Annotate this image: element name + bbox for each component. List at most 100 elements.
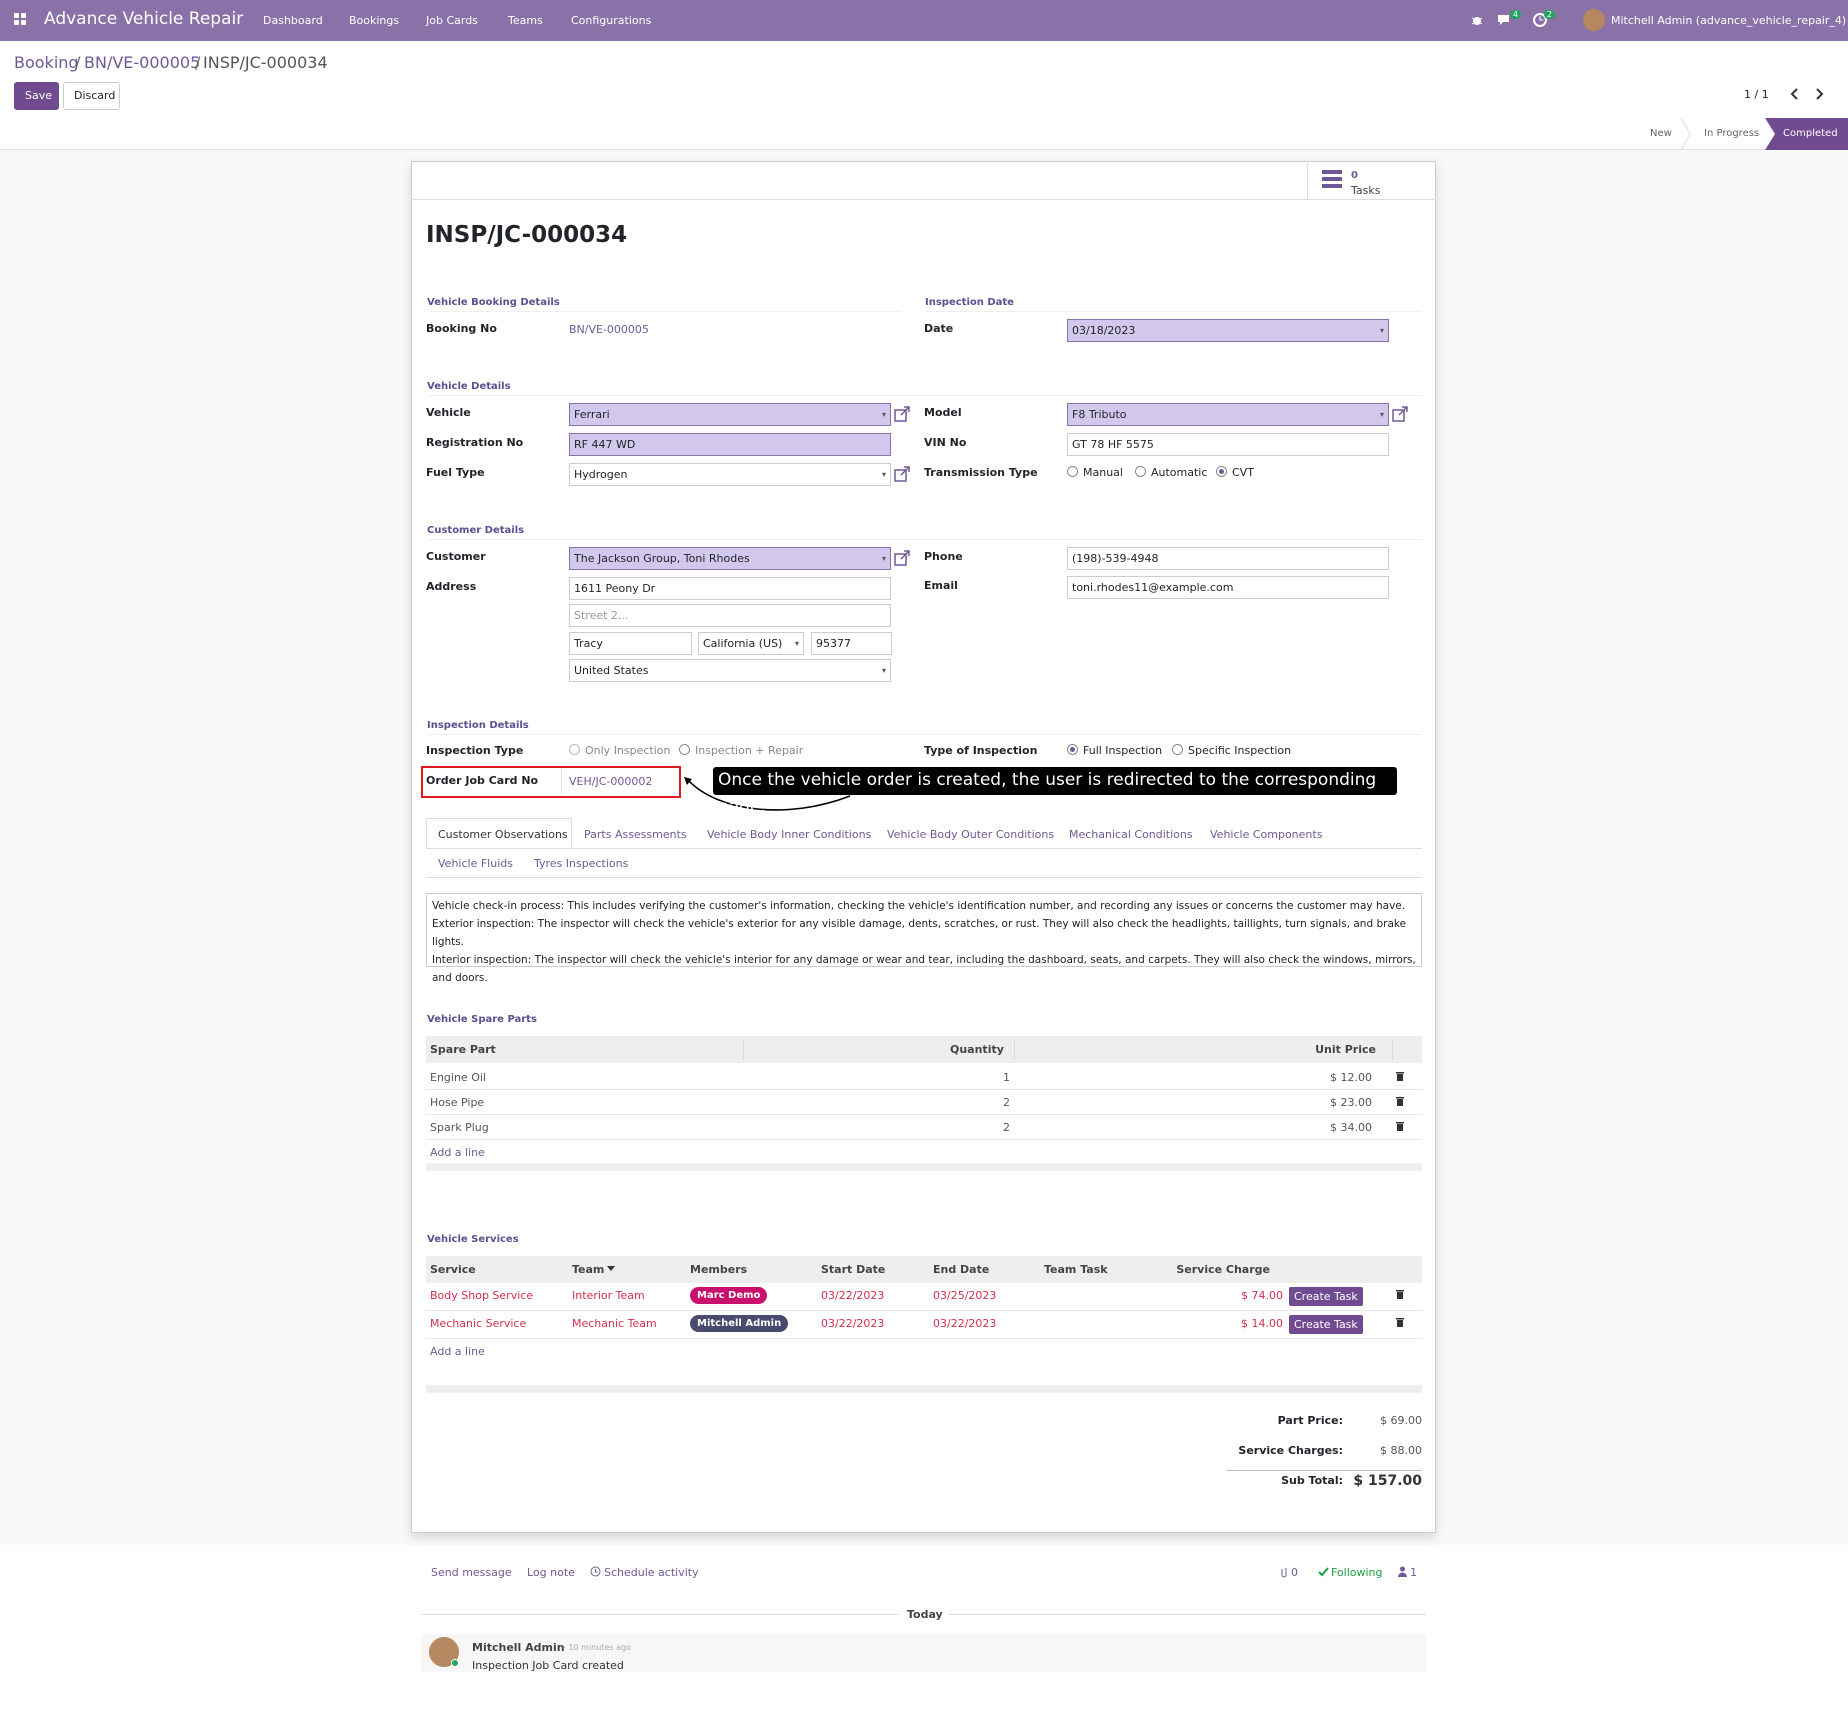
transmission-automatic-radio[interactable] [1135, 466, 1146, 477]
service-name[interactable]: Mechanic Service [430, 1317, 526, 1330]
add-service-line[interactable]: Add a line [430, 1345, 485, 1358]
create-task-button[interactable]: Create Task [1289, 1315, 1363, 1334]
status-completed[interactable]: Completed [1783, 118, 1838, 150]
tab-vehicle-fluids[interactable]: Vehicle Fluids [438, 857, 513, 870]
external-link-icon[interactable] [894, 406, 910, 422]
service-charge[interactable]: $ 14.00 [1200, 1317, 1283, 1330]
delete-trash-icon[interactable] [1396, 1289, 1404, 1299]
spare-part-price[interactable]: $ 12.00 [1320, 1071, 1372, 1084]
street-field[interactable]: 1611 Peony Dr [569, 577, 891, 600]
menu-dashboard[interactable]: Dashboard [263, 14, 323, 27]
service-team[interactable]: Mechanic Team [572, 1317, 657, 1330]
log-note-button[interactable]: Log note [527, 1566, 575, 1579]
phone-field[interactable]: (198)-539-4948 [1067, 547, 1389, 570]
registration-field[interactable]: RF 447 WD [569, 433, 891, 456]
email-field[interactable]: toni.rhodes11@example.com [1067, 576, 1389, 599]
create-task-button[interactable]: Create Task [1289, 1287, 1363, 1306]
col-team[interactable]: Team [572, 1263, 604, 1276]
delete-trash-icon[interactable] [1396, 1096, 1404, 1106]
breadcrumb-parent[interactable]: BN/VE-000005 [84, 53, 200, 72]
tab-tyres-inspections[interactable]: Tyres Inspections [534, 857, 628, 870]
delete-trash-icon[interactable] [1396, 1317, 1404, 1327]
service-name[interactable]: Body Shop Service [430, 1289, 533, 1302]
following-button[interactable]: Following [1331, 1566, 1383, 1579]
menu-job-cards[interactable]: Job Cards [426, 14, 478, 27]
pager-next-icon[interactable] [1815, 88, 1825, 100]
col-spare-part[interactable]: Spare Part [430, 1043, 496, 1056]
attachments-count[interactable]: 0 [1291, 1566, 1298, 1579]
discard-button[interactable]: Discard [63, 82, 120, 110]
send-message-button[interactable]: Send message [431, 1566, 512, 1579]
user-menu[interactable]: Mitchell Admin (advance_vehicle_repair_4… [1611, 14, 1846, 27]
col-start-date[interactable]: Start Date [821, 1263, 885, 1276]
menu-bookings[interactable]: Bookings [349, 14, 399, 27]
vehicle-field[interactable]: Ferrari ▾ [569, 403, 891, 426]
service-end-date[interactable]: 03/25/2023 [933, 1289, 996, 1302]
booking-no-link[interactable]: BN/VE-000005 [569, 323, 649, 336]
col-end-date[interactable]: End Date [933, 1263, 989, 1276]
col-team-task[interactable]: Team Task [1044, 1263, 1108, 1276]
zip-field[interactable]: 95377 [811, 632, 892, 655]
tab-vehicle-components[interactable]: Vehicle Components [1210, 828, 1322, 841]
spare-part-name[interactable]: Engine Oil [430, 1071, 486, 1084]
tab-body-inner-conditions[interactable]: Vehicle Body Inner Conditions [707, 828, 871, 841]
spare-part-qty[interactable]: 2 [990, 1121, 1010, 1134]
vin-field[interactable]: GT 78 HF 5575 [1067, 433, 1389, 456]
status-new[interactable]: New [1650, 118, 1676, 150]
col-quantity[interactable]: Quantity [950, 1043, 1004, 1056]
tab-customer-observations[interactable]: Customer Observations [438, 828, 568, 841]
service-end-date[interactable]: 03/22/2023 [933, 1317, 996, 1330]
order-job-card-link[interactable]: VEH/JC-000002 [569, 775, 652, 788]
pager-value[interactable]: 1 / 1 [1744, 88, 1769, 101]
transmission-manual-radio[interactable] [1067, 466, 1078, 477]
apps-menu-icon[interactable] [14, 13, 28, 27]
spare-part-qty[interactable]: 2 [990, 1096, 1010, 1109]
tab-mechanical-conditions[interactable]: Mechanical Conditions [1069, 828, 1193, 841]
service-start-date[interactable]: 03/22/2023 [821, 1289, 884, 1302]
delete-trash-icon[interactable] [1396, 1121, 1404, 1131]
external-link-icon[interactable] [1392, 406, 1408, 422]
street2-field[interactable]: Street 2... [569, 604, 891, 627]
schedule-activity-button[interactable]: Schedule activity [604, 1566, 699, 1579]
full-inspection-radio[interactable] [1067, 744, 1078, 755]
member-tag[interactable]: Marc Demo [690, 1287, 768, 1304]
delete-trash-icon[interactable] [1396, 1071, 1404, 1081]
debug-bug-icon[interactable] [1470, 13, 1484, 27]
member-tag[interactable]: Mitchell Admin [690, 1315, 789, 1332]
country-field[interactable]: United States ▾ [569, 659, 891, 682]
service-charge[interactable]: $ 74.00 [1200, 1289, 1283, 1302]
spare-part-qty[interactable]: 1 [990, 1071, 1010, 1084]
col-service-charge[interactable]: Service Charge [1160, 1263, 1270, 1276]
col-service[interactable]: Service [430, 1263, 476, 1276]
spare-part-name[interactable]: Spark Plug [430, 1121, 489, 1134]
fuel-type-field[interactable]: Hydrogen ▾ [569, 463, 891, 486]
external-link-icon[interactable] [894, 466, 910, 482]
menu-configurations[interactable]: Configurations [571, 14, 651, 27]
followers-count[interactable]: 1 [1410, 1566, 1417, 1579]
tab-parts-assessments[interactable]: Parts Assessments [584, 828, 687, 841]
user-avatar[interactable] [1583, 9, 1605, 31]
spare-part-name[interactable]: Hose Pipe [430, 1096, 484, 1109]
col-unit-price[interactable]: Unit Price [1300, 1043, 1376, 1056]
add-spare-part-line[interactable]: Add a line [430, 1146, 485, 1159]
spare-part-price[interactable]: $ 23.00 [1320, 1096, 1372, 1109]
save-button[interactable]: Save [14, 82, 59, 110]
transmission-cvt-radio[interactable] [1216, 466, 1227, 477]
service-team[interactable]: Interior Team [572, 1289, 645, 1302]
specific-inspection-radio[interactable] [1172, 744, 1183, 755]
state-field[interactable]: California (US) ▾ [698, 632, 804, 655]
city-field[interactable]: Tracy [569, 632, 692, 655]
paperclip-icon[interactable] [1280, 1566, 1289, 1578]
spare-part-price[interactable]: $ 34.00 [1320, 1121, 1372, 1134]
service-start-date[interactable]: 03/22/2023 [821, 1317, 884, 1330]
app-name[interactable]: Advance Vehicle Repair [44, 9, 243, 29]
breadcrumb-booking[interactable]: Booking [14, 53, 79, 72]
menu-teams[interactable]: Teams [508, 14, 543, 27]
pager-previous-icon[interactable] [1789, 88, 1799, 100]
model-field[interactable]: F8 Tributo ▾ [1067, 403, 1389, 426]
customer-field[interactable]: The Jackson Group, Toni Rhodes ▾ [569, 547, 891, 570]
status-in-progress[interactable]: In Progress [1704, 118, 1764, 150]
date-field[interactable]: 03/18/2023 ▾ [1067, 319, 1389, 342]
observations-textarea[interactable]: Vehicle check-in process: This includes … [426, 893, 1422, 984]
external-link-icon[interactable] [894, 550, 910, 566]
